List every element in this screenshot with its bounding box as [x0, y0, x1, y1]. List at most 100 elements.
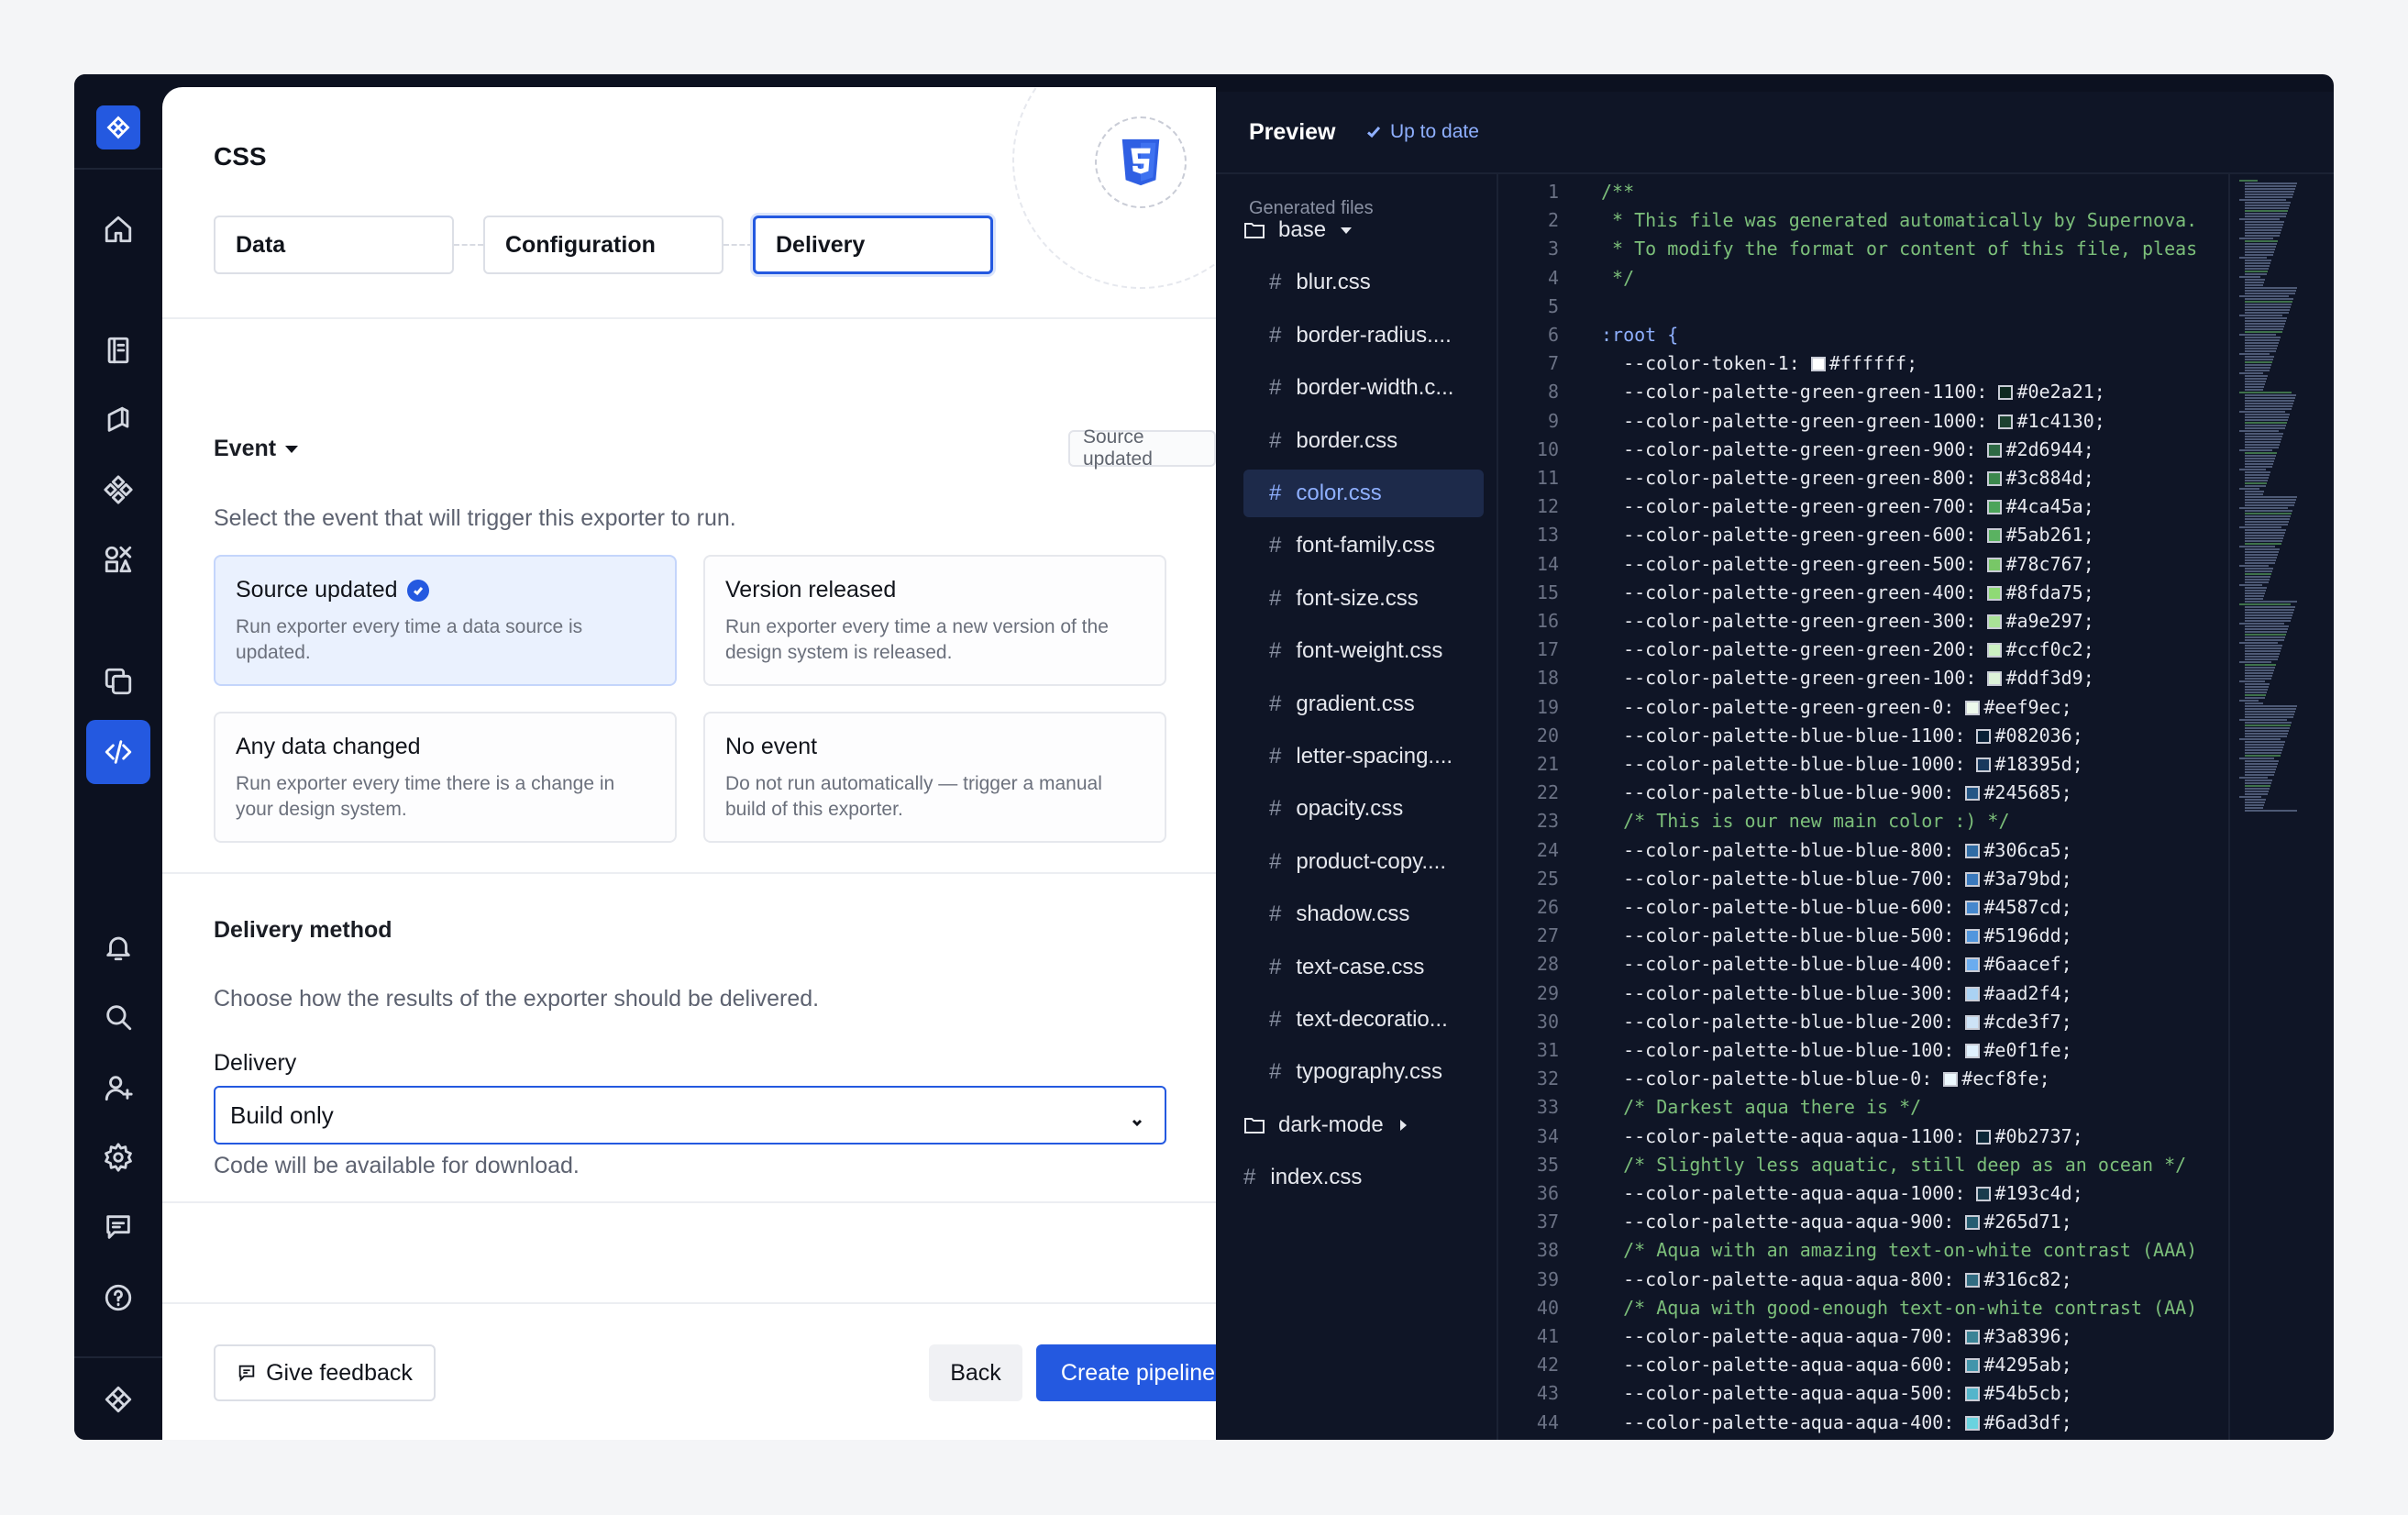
code-line: 31 --color-palette-blue-blue-100: #e0f1f… [1500, 1036, 2234, 1065]
home-icon[interactable] [86, 197, 150, 261]
code-line: 11 --color-palette-green-green-800: #3c8… [1500, 464, 2234, 492]
code-text: --color-palette-green-green-200: #ccf0c2… [1601, 638, 2094, 661]
file-opacity-css[interactable]: # opacity.css [1269, 785, 1482, 833]
folder-base[interactable]: base [1243, 206, 1482, 254]
minimap-line [2239, 238, 2273, 239]
minimap-line [2245, 713, 2294, 715]
code-line: 43 --color-palette-aqua-aqua-500: #54b5c… [1500, 1379, 2234, 1408]
minimap-line [2245, 350, 2276, 352]
file-color-css[interactable]: # color.css [1243, 470, 1484, 517]
minimap-line [2245, 562, 2275, 564]
code-line: 36 --color-palette-aqua-aqua-1000: #193c… [1500, 1179, 2234, 1208]
file-blur-css[interactable]: # blur.css [1269, 259, 1482, 306]
file-gradient-css[interactable]: # gradient.css [1269, 680, 1482, 728]
minimap-line [2245, 210, 2288, 212]
workspace-icon[interactable] [86, 1367, 150, 1432]
file-shadow-css[interactable]: # shadow.css [1269, 890, 1482, 938]
delivery-hint: Code will be available for download. [214, 1153, 580, 1178]
minimap-line [2245, 639, 2284, 641]
color-swatch [1976, 728, 1992, 744]
file-text-case-css[interactable]: # text-case.css [1269, 944, 1482, 991]
minimap-line [2239, 623, 2284, 625]
code-text: --color-palette-green-green-1100: #0e2a2… [1601, 381, 2105, 404]
minimap-line [2245, 243, 2277, 245]
minimap-line [2245, 667, 2275, 669]
minimap-line [2239, 218, 2280, 220]
file-border-width-c-[interactable]: # border-width.c... [1269, 364, 1482, 412]
minimap-line [2245, 722, 2292, 724]
file-font-size-css[interactable]: # font-size.css [1269, 575, 1482, 623]
code-icon[interactable] [86, 720, 150, 784]
assets-icon[interactable] [86, 649, 150, 713]
minimap-line [2245, 182, 2297, 184]
file-product-copy-[interactable]: # product-copy.... [1269, 838, 1482, 886]
minimap-line [2245, 496, 2297, 498]
minimap-line [2245, 188, 2295, 190]
file-font-weight-css[interactable]: # font-weight.css [1269, 627, 1482, 675]
logo-icon[interactable] [96, 105, 140, 149]
tab-delivery[interactable]: Delivery [753, 216, 993, 274]
event-option-title: No event [725, 734, 818, 759]
add-user-icon[interactable] [86, 1056, 150, 1120]
minimap-line [2245, 647, 2281, 649]
color-swatch [1965, 957, 1981, 973]
file-typography-css[interactable]: # typography.css [1269, 1048, 1482, 1096]
line-number: 37 [1536, 1211, 1559, 1233]
event-option-title: Version released [725, 577, 897, 603]
file-letter-spacing-[interactable]: # letter-spacing.... [1269, 733, 1482, 780]
folder-dark-mode[interactable]: dark-mode [1243, 1101, 1482, 1149]
chat-icon[interactable] [86, 1195, 150, 1259]
minimap-line [2245, 708, 2296, 710]
tab-configuration[interactable]: Configuration [483, 216, 724, 274]
code-line: 42 --color-palette-aqua-aqua-600: #4295a… [1500, 1351, 2234, 1379]
create-pipeline-button[interactable]: Create pipeline [1036, 1344, 1216, 1401]
give-feedback-button[interactable]: Give feedback [214, 1344, 436, 1401]
hash-icon: # [1269, 533, 1282, 558]
minimap-line [2245, 493, 2263, 495]
line-number: 21 [1536, 753, 1559, 775]
event-option-description: Do not run automatically — trigger a man… [725, 773, 1102, 820]
event-option-any-data-changed[interactable]: Any data changed Run exporter every time… [214, 712, 677, 843]
code-viewer[interactable]: 1 /** 2 * This file was generated automati… [1500, 174, 2234, 1440]
gear-icon[interactable] [86, 1125, 150, 1189]
code-minimap[interactable] [2234, 180, 2334, 1440]
hash-icon: # [1269, 796, 1282, 822]
bell-icon[interactable] [86, 915, 150, 979]
color-swatch [1987, 500, 2003, 515]
minimap-line [2245, 617, 2292, 619]
line-number: 44 [1536, 1410, 1559, 1433]
file-label: font-weight.css [1296, 638, 1443, 664]
color-swatch [1965, 843, 1981, 858]
event-dropdown[interactable]: Event [214, 436, 299, 462]
event-option-no-event[interactable]: No event Do not run automatically — trig… [703, 712, 1166, 843]
minimap-line [2245, 378, 2267, 380]
file-index-css[interactable]: # index.css [1243, 1154, 1482, 1201]
minimap-line [2239, 276, 2260, 278]
file-border-radius-[interactable]: # border-radius.... [1269, 312, 1482, 359]
book-icon[interactable] [86, 318, 150, 382]
file-text-decoratio-[interactable]: # text-decoratio... [1269, 996, 1482, 1044]
code-text: --color-palette-green-green-800: #3c884d… [1601, 467, 2094, 489]
file-font-family-css[interactable]: # font-family.css [1269, 522, 1482, 570]
delivery-select[interactable]: Build only [214, 1086, 1166, 1145]
docs-icon[interactable] [86, 388, 150, 452]
minimap-line [2245, 480, 2268, 481]
back-button[interactable]: Back [929, 1344, 1022, 1401]
minimap-line [2245, 260, 2271, 261]
help-icon[interactable] [86, 1266, 150, 1330]
search-icon[interactable] [86, 985, 150, 1049]
tokens-icon[interactable] [86, 527, 150, 592]
event-option-version-released[interactable]: Version released Run exporter every time… [703, 555, 1166, 686]
components-icon[interactable] [86, 458, 150, 522]
minimap-line [2245, 780, 2272, 781]
event-option-source-updated[interactable]: Source updated Run exporter every time a… [214, 555, 677, 686]
caret-down-icon [285, 445, 299, 453]
file-label: blur.css [1296, 270, 1371, 295]
code-text: --color-palette-aqua-aqua-500: #54b5cb; [1601, 1382, 2072, 1405]
minimap-line [2245, 282, 2264, 283]
file-border-css[interactable]: # border.css [1269, 417, 1482, 465]
give-feedback-label: Give feedback [266, 1359, 413, 1386]
minimap-line [2245, 730, 2289, 732]
tab-data[interactable]: Data [214, 216, 454, 274]
minimap-line [2245, 702, 2263, 704]
